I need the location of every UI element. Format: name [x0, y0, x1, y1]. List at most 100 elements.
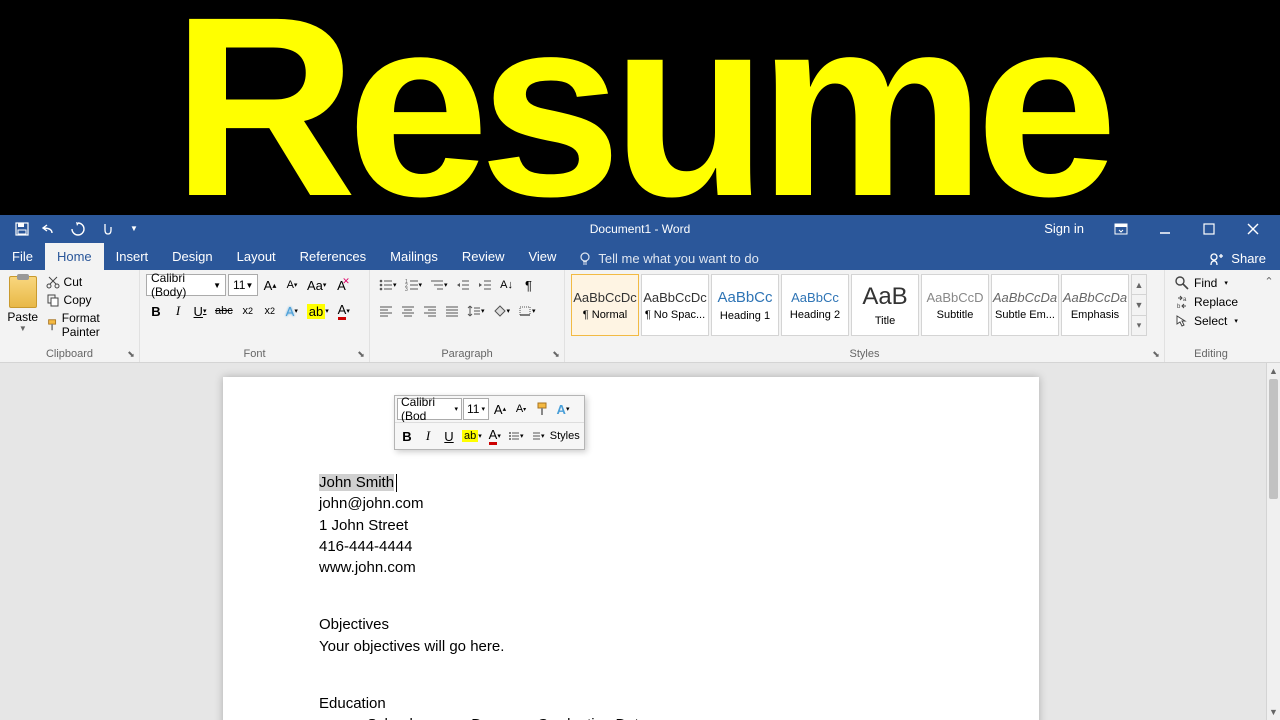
underline-button[interactable]: U▾ [190, 300, 210, 322]
tab-home[interactable]: Home [45, 243, 104, 270]
find-button[interactable]: Find▾ [1171, 274, 1242, 292]
tell-me-search[interactable]: Tell me what you want to do [568, 247, 768, 270]
sort-button[interactable]: A↓ [497, 274, 517, 296]
scroll-down-button[interactable]: ▼ [1267, 704, 1280, 720]
tab-mailings[interactable]: Mailings [378, 243, 450, 270]
paste-button[interactable]: Paste ▼ [6, 272, 40, 340]
show-hide-button[interactable]: ¶ [519, 274, 539, 296]
styles-launcher[interactable]: ⬊ [1150, 348, 1162, 360]
undo-button[interactable] [38, 217, 62, 241]
mini-styles[interactable]: A▾ [553, 398, 573, 420]
line-spacing-button[interactable]: ▾ [464, 300, 488, 322]
styles-more[interactable]: ▾ [1132, 316, 1146, 335]
tab-review[interactable]: Review [450, 243, 517, 270]
numbering-button[interactable]: 123▾ [402, 274, 426, 296]
highlight-button[interactable]: ab▾ [304, 300, 332, 322]
tab-file[interactable]: File [0, 243, 45, 270]
scroll-thumb[interactable] [1269, 379, 1278, 499]
scroll-up-button[interactable]: ▲ [1267, 363, 1280, 379]
subscript-button[interactable]: x2 [238, 300, 258, 322]
borders-button[interactable]: ▾ [515, 300, 539, 322]
qat-customize[interactable]: ▼ [122, 217, 146, 241]
document-area[interactable]: John Smith john@john.com 1 John Street 4… [0, 363, 1266, 720]
ribbon-options-button[interactable] [1100, 215, 1142, 242]
touch-mode-button[interactable] [94, 217, 118, 241]
document-page[interactable]: John Smith john@john.com 1 John Street 4… [223, 377, 1039, 720]
paragraph-launcher[interactable]: ⬊ [550, 348, 562, 360]
text-effects-button[interactable]: A▾ [282, 300, 302, 322]
style-title[interactable]: AaBTitle [851, 274, 919, 336]
minimize-button[interactable] [1144, 215, 1186, 242]
justify-button[interactable] [442, 300, 462, 322]
signin-link[interactable]: Sign in [1030, 221, 1098, 236]
font-name-combo[interactable]: Calibri (Body)▼ [146, 274, 226, 296]
doc-objectives-heading[interactable]: Objectives [319, 615, 943, 635]
tab-references[interactable]: References [288, 243, 378, 270]
mini-bullets[interactable]: ▾ [506, 425, 526, 447]
format-painter-button[interactable]: Format Painter [44, 310, 133, 340]
tab-insert[interactable]: Insert [104, 243, 161, 270]
align-center-button[interactable] [398, 300, 418, 322]
vertical-scrollbar[interactable]: ▲ ▼ [1266, 363, 1280, 720]
align-right-button[interactable] [420, 300, 440, 322]
shrink-font-button[interactable]: A▾ [282, 274, 302, 296]
mini-bold[interactable]: B [397, 425, 417, 447]
clipboard-launcher[interactable]: ⬊ [125, 348, 137, 360]
style-normal[interactable]: AaBbCcDc¶ Normal [571, 274, 639, 336]
maximize-button[interactable] [1188, 215, 1230, 242]
style-emphasis[interactable]: AaBbCcDaEmphasis [1061, 274, 1129, 336]
doc-name[interactable]: John Smith [319, 473, 943, 493]
replace-button[interactable]: abReplace [1171, 293, 1242, 311]
mini-font-color[interactable]: A▾ [485, 425, 505, 447]
shading-button[interactable]: ▾ [490, 300, 514, 322]
multilevel-button[interactable]: ▾ [427, 274, 451, 296]
doc-objectives-text[interactable]: Your objectives will go here. [319, 637, 943, 657]
grow-font-button[interactable]: A▴ [260, 274, 280, 296]
copy-button[interactable]: Copy [44, 292, 133, 308]
bold-button[interactable]: B [146, 300, 166, 322]
mini-underline[interactable]: U [439, 425, 459, 447]
superscript-button[interactable]: x2 [260, 300, 280, 322]
font-launcher[interactable]: ⬊ [355, 348, 367, 360]
font-size-combo[interactable]: 11▼ [228, 274, 258, 296]
mini-numbering[interactable]: ▾ [527, 425, 547, 447]
doc-blank[interactable] [319, 579, 943, 597]
doc-education-heading[interactable]: Education [319, 694, 943, 714]
share-button[interactable]: Share [1195, 247, 1280, 270]
tab-design[interactable]: Design [160, 243, 224, 270]
italic-button[interactable]: I [168, 300, 188, 322]
collapse-ribbon-button[interactable]: ⌃ [1260, 272, 1278, 290]
font-color-button[interactable]: A▾ [334, 300, 354, 322]
doc-address[interactable]: 1 John Street [319, 516, 943, 536]
mini-italic[interactable]: I [418, 425, 438, 447]
styles-up[interactable]: ▲ [1132, 275, 1146, 295]
close-button[interactable] [1232, 215, 1274, 242]
clear-formatting-button[interactable]: A✕ [331, 274, 351, 296]
save-button[interactable] [10, 217, 34, 241]
mini-styles-label[interactable]: Styles [548, 425, 582, 447]
doc-phone[interactable]: 416-444-4444 [319, 537, 943, 557]
select-button[interactable]: Select▾ [1171, 312, 1242, 330]
style-subtle-emphasis[interactable]: AaBbCcDaSubtle Em... [991, 274, 1059, 336]
increase-indent-button[interactable] [475, 274, 495, 296]
mini-format-painter[interactable] [532, 398, 552, 420]
cut-button[interactable]: Cut [44, 274, 133, 290]
mini-grow-font[interactable]: A▴ [490, 398, 510, 420]
doc-education-bullet[interactable]: School name – Degree – Graduation Date [319, 715, 943, 720]
mini-highlight[interactable]: ab▾ [460, 425, 484, 447]
style-subtitle[interactable]: AaBbCcDSubtitle [921, 274, 989, 336]
tab-layout[interactable]: Layout [225, 243, 288, 270]
strikethrough-button[interactable]: abc [212, 300, 236, 322]
style-heading-2[interactable]: AaBbCcHeading 2 [781, 274, 849, 336]
redo-button[interactable] [66, 217, 90, 241]
mini-shrink-font[interactable]: A▾ [511, 398, 531, 420]
mini-font-size[interactable]: 11▾ [463, 398, 489, 420]
tab-view[interactable]: View [516, 243, 568, 270]
mini-font-name[interactable]: Calibri (Bod▾ [397, 398, 462, 420]
decrease-indent-button[interactable] [453, 274, 473, 296]
doc-email[interactable]: john@john.com [319, 494, 943, 514]
doc-blank[interactable] [319, 658, 943, 676]
style-no-spacing[interactable]: AaBbCcDc¶ No Spac... [641, 274, 709, 336]
styles-down[interactable]: ▼ [1132, 295, 1146, 315]
style-heading-1[interactable]: AaBbCcHeading 1 [711, 274, 779, 336]
